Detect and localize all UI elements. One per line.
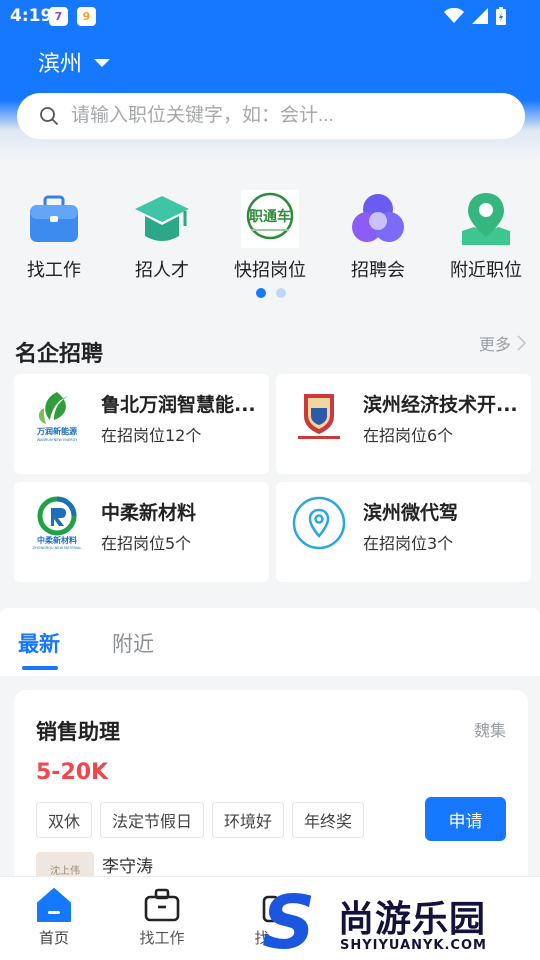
wifi-icon xyxy=(444,8,464,23)
quick-menu: 找工作 招人才 职通车 快招岗位 招聘会 附近职位 xyxy=(0,190,540,282)
company-job-count: 在招岗位6个 xyxy=(363,426,454,445)
battery-icon xyxy=(496,7,506,25)
carousel-dot xyxy=(276,288,286,298)
search-icon xyxy=(40,107,58,125)
company-logo xyxy=(290,386,348,444)
company-logo: 中柔新材料 ZHONGROU NEW MATERIAL xyxy=(28,494,86,552)
status-time: 4:19 xyxy=(10,6,53,26)
zhitongche-logo: 职通车 xyxy=(241,190,299,248)
status-icons xyxy=(444,7,506,25)
nav-label: 首页 xyxy=(38,929,69,947)
job-tabs: 最新 附近 xyxy=(0,608,540,676)
watermark-logo: S 尚游乐园 SHYIYUANYK.COM xyxy=(262,886,540,960)
company-name: 滨州微代驾 xyxy=(363,502,459,524)
apply-button[interactable]: 申请 xyxy=(425,797,506,841)
briefcase-icon xyxy=(25,190,83,248)
section-title: 名企招聘 xyxy=(15,342,104,367)
chevron-right-icon xyxy=(517,335,526,351)
logo-text: 中柔新材料 xyxy=(37,535,77,545)
company-job-count: 在招岗位3个 xyxy=(363,534,454,553)
quick-item-find-job[interactable]: 找工作 xyxy=(0,190,108,282)
search-bar[interactable] xyxy=(17,93,525,139)
notification-app-icon: 9 xyxy=(77,7,96,26)
briefcase-icon xyxy=(144,888,180,922)
logo-subtext: WANRUN NEW ENERGY xyxy=(37,438,78,442)
company-name: 滨州经济技术开... xyxy=(363,394,518,416)
signal-icon xyxy=(472,8,488,24)
company-job-count: 在招岗位12个 xyxy=(101,426,202,445)
job-tag: 环境好 xyxy=(212,802,285,838)
company-job-count: 在招岗位5个 xyxy=(101,534,192,553)
job-tag: 年终奖 xyxy=(292,802,365,838)
quick-item-fast-post[interactable]: 职通车 快招岗位 xyxy=(216,190,324,282)
more-link[interactable]: 更多 xyxy=(479,331,526,355)
carousel-dots xyxy=(256,288,286,298)
job-tag: 双休 xyxy=(36,802,93,838)
job-card[interactable]: 销售助理 魏集 5-20K 双休 法定节假日 环境好 年终奖 申请 沈上伟 李守… xyxy=(14,690,528,892)
quick-item-label: 找工作 xyxy=(27,260,81,280)
job-tags: 双休 法定节假日 环境好 年终奖 xyxy=(36,802,365,838)
tab-nearby[interactable]: 附近 xyxy=(112,628,154,658)
logo-text: 职通车 xyxy=(249,208,291,225)
notification-app-icon: 7 xyxy=(49,7,68,26)
quick-item-nearby[interactable]: 附近职位 xyxy=(432,190,540,282)
job-location: 魏集 xyxy=(473,721,506,740)
job-tag: 法定节假日 xyxy=(100,802,205,838)
watermark-letter: S xyxy=(262,880,316,960)
watermark-subtext: SHYIYUANYK.COM xyxy=(340,938,487,953)
company-card[interactable]: 中柔新材料 ZHONGROU NEW MATERIAL 中柔新材料 在招岗位5个 xyxy=(14,482,269,582)
status-bar: 4:19 7 9 xyxy=(0,0,540,32)
company-card[interactable]: 滨州微代驾 在招岗位3个 xyxy=(276,482,531,582)
city-label: 滨州 xyxy=(38,52,83,77)
city-selector[interactable]: 滨州 xyxy=(38,46,111,78)
home-icon xyxy=(37,888,71,922)
recruiter-name: 李守涛 xyxy=(102,857,153,877)
company-logo xyxy=(290,494,348,552)
quick-item-label: 招聘会 xyxy=(351,260,405,280)
tab-indicator xyxy=(22,666,58,670)
search-input[interactable] xyxy=(71,105,491,127)
quick-item-hire[interactable]: 招人才 xyxy=(108,190,216,282)
job-title: 销售助理 xyxy=(36,720,120,744)
logo-subtext: ZHONGROU NEW MATERIAL xyxy=(33,546,82,550)
nav-label: 找工作 xyxy=(139,929,185,947)
graduation-cap-icon xyxy=(133,190,191,248)
more-label: 更多 xyxy=(478,335,511,354)
company-card[interactable]: 万润新能源 WANRUN NEW ENERGY 鲁北万润智慧能... 在招岗位1… xyxy=(14,374,269,474)
carousel-dot-active xyxy=(256,288,266,298)
tab-latest[interactable]: 最新 xyxy=(18,628,60,658)
watermark-text: 尚游乐园 xyxy=(338,899,487,940)
company-card[interactable]: 滨州经济技术开... 在招岗位6个 xyxy=(276,374,531,474)
company-name: 中柔新材料 xyxy=(101,502,197,524)
logo-text: 万润新能源 xyxy=(36,426,77,436)
quick-item-label: 招人才 xyxy=(135,260,189,280)
map-pin-icon xyxy=(457,190,515,248)
chevron-down-icon xyxy=(94,59,111,67)
nav-home[interactable]: 首页 xyxy=(14,887,94,948)
job-salary: 5-20K xyxy=(36,760,109,785)
company-logo: 万润新能源 WANRUN NEW ENERGY xyxy=(28,386,86,444)
circles-icon xyxy=(349,190,407,248)
company-name: 鲁北万润智慧能... xyxy=(101,394,256,416)
quick-item-label: 快招岗位 xyxy=(234,260,306,280)
quick-item-job-fair[interactable]: 招聘会 xyxy=(324,190,432,282)
quick-item-label: 附近职位 xyxy=(450,260,522,280)
nav-find-job[interactable]: 找工作 xyxy=(122,887,202,948)
